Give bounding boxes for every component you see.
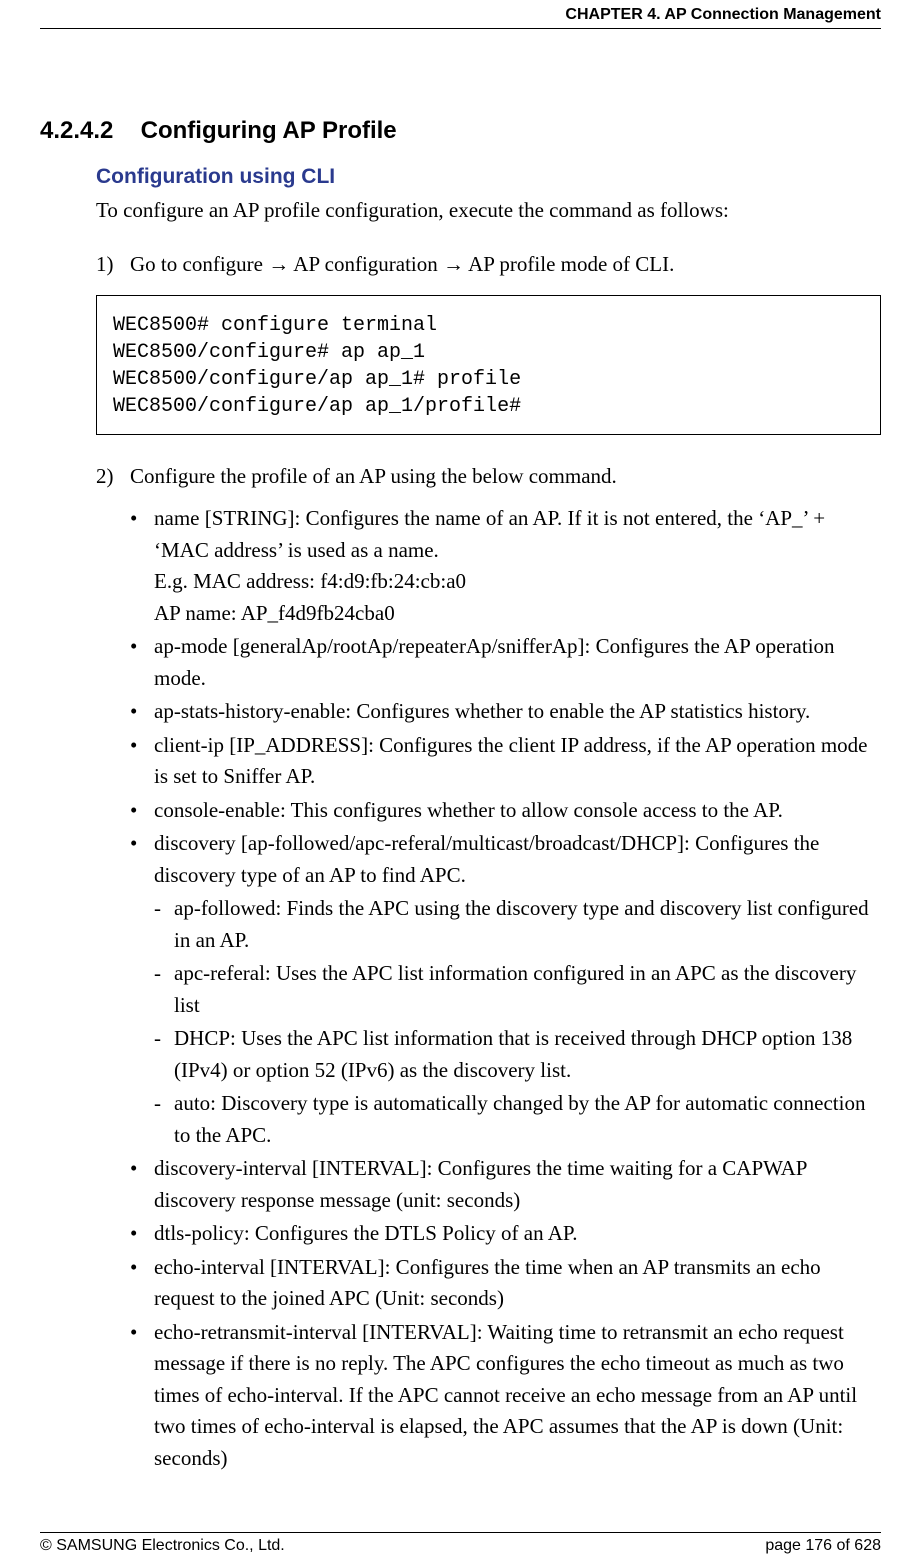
list-item: apc-referal: Uses the APC list informati… xyxy=(154,958,881,1021)
list-item: dtls-policy: Configures the DTLS Policy … xyxy=(130,1218,881,1250)
list-item: client-ip [IP_ADDRESS]: Configures the c… xyxy=(130,730,881,793)
arrow-icon: → xyxy=(443,253,464,276)
code-block: WEC8500# configure terminal WEC8500/conf… xyxy=(96,295,881,435)
step-1-text-b: AP configuration xyxy=(289,252,443,276)
sub-heading: Configuration using CLI xyxy=(96,165,881,189)
list-item: DHCP: Uses the APC list information that… xyxy=(154,1023,881,1086)
arrow-icon: → xyxy=(268,253,289,276)
list-item-text: ap-followed: Finds the APC using the dis… xyxy=(174,896,869,952)
list-item-text: discovery [ap-followed/apc-referal/multi… xyxy=(154,831,819,887)
chapter-title: CHAPTER 4. AP Connection Management xyxy=(565,6,881,23)
step-2: 2)Configure the profile of an AP using t… xyxy=(96,461,881,491)
page-header: CHAPTER 4. AP Connection Management xyxy=(40,0,881,24)
list-item: ap-mode [generalAp/rootAp/repeaterAp/sni… xyxy=(130,631,881,694)
list-item: auto: Discovery type is automatically ch… xyxy=(154,1088,881,1151)
list-item: console-enable: This configures whether … xyxy=(130,795,881,827)
list-item-text: DHCP: Uses the APC list information that… xyxy=(174,1026,852,1082)
list-item: echo-retransmit-interval [INTERVAL]: Wai… xyxy=(130,1317,881,1475)
list-item-text: name [STRING]: Configures the name of an… xyxy=(154,506,825,562)
list-item-text: ap-stats-history-enable: Configures whet… xyxy=(154,699,810,723)
section-heading: 4.2.4.2 Configuring AP Profile xyxy=(40,117,881,145)
list-sub: AP name: AP_f4d9fb24cba0 xyxy=(154,598,881,630)
bullet-list: name [STRING]: Configures the name of an… xyxy=(96,503,881,1474)
list-item-text: discovery-interval [INTERVAL]: Configure… xyxy=(154,1156,807,1212)
list-item: echo-interval [INTERVAL]: Configures the… xyxy=(130,1252,881,1315)
intro-paragraph: To configure an AP profile configuration… xyxy=(96,195,881,225)
list-item-text: apc-referal: Uses the APC list informati… xyxy=(174,961,856,1017)
list-item: name [STRING]: Configures the name of an… xyxy=(130,503,881,629)
list-item-text: console-enable: This configures whether … xyxy=(154,798,783,822)
list-item-text: dtls-policy: Configures the DTLS Policy … xyxy=(154,1221,577,1245)
list-item: discovery [ap-followed/apc-referal/multi… xyxy=(130,828,881,1151)
list-item: ap-stats-history-enable: Configures whet… xyxy=(130,696,881,728)
section-title: Configuring AP Profile xyxy=(141,117,397,145)
step-1-text-a: Go to configure xyxy=(130,252,268,276)
step-1: 1)Go to configure → AP configuration → A… xyxy=(96,249,881,280)
step-2-number: 2) xyxy=(96,461,130,491)
step-2-text: Configure the profile of an AP using the… xyxy=(130,464,617,488)
section-number: 4.2.4.2 xyxy=(40,117,113,145)
step-1-text-c: AP profile mode of CLI. xyxy=(464,252,674,276)
list-item-text: auto: Discovery type is automatically ch… xyxy=(174,1091,865,1147)
list-item-text: client-ip [IP_ADDRESS]: Configures the c… xyxy=(154,733,868,789)
page-footer: © SAMSUNG Electronics Co., Ltd. page 176… xyxy=(40,1532,881,1555)
copyright: © SAMSUNG Electronics Co., Ltd. xyxy=(40,1537,285,1555)
dash-list: ap-followed: Finds the APC using the dis… xyxy=(154,893,881,1151)
list-sub: E.g. MAC address: f4:d9:fb:24:cb:a0 xyxy=(154,566,881,598)
list-item-text: echo-interval [INTERVAL]: Configures the… xyxy=(154,1255,821,1311)
page-number: page 176 of 628 xyxy=(765,1537,881,1555)
step-1-number: 1) xyxy=(96,249,130,279)
footer-rule xyxy=(40,1532,881,1533)
list-item: ap-followed: Finds the APC using the dis… xyxy=(154,893,881,956)
list-item: discovery-interval [INTERVAL]: Configure… xyxy=(130,1153,881,1216)
list-item-text: ap-mode [generalAp/rootAp/repeaterAp/sni… xyxy=(154,634,835,690)
list-item-text: echo-retransmit-interval [INTERVAL]: Wai… xyxy=(154,1320,857,1470)
